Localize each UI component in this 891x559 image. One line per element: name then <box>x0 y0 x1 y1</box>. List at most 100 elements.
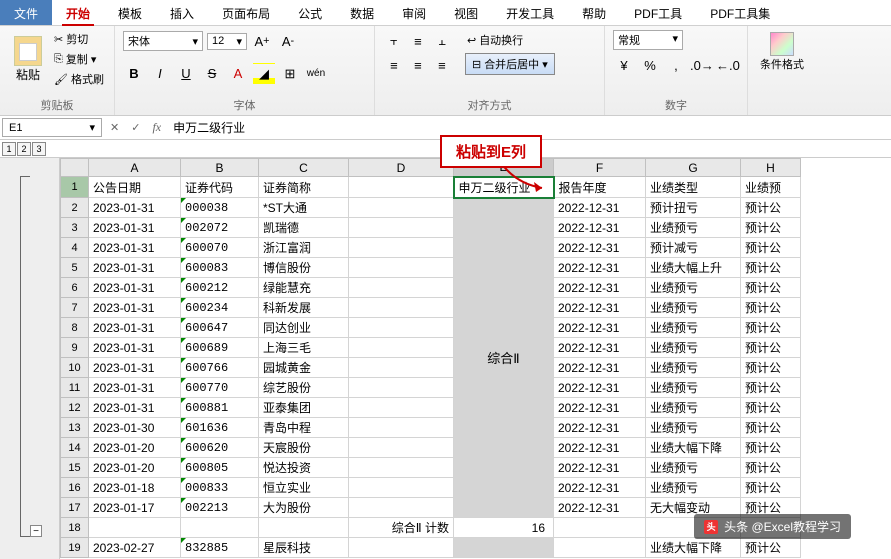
align-mid-button[interactable]: ≡ <box>407 30 429 52</box>
spreadsheet-grid[interactable]: A B C D E F G H 1 公告日期 证券代码 证券简称 申万二级行业 … <box>60 158 891 559</box>
watermark: 头 头条 @Excel教程学习 <box>694 514 851 539</box>
menu-tab-template[interactable]: 模板 <box>104 0 156 25</box>
align-right-button[interactable]: ≡ <box>431 54 453 76</box>
menu-tab-home[interactable]: 开始 <box>52 0 104 25</box>
col-header-F[interactable]: F <box>554 159 646 177</box>
data-row[interactable]: 15 2023-01-20 600805 悦达投资 2022-12-31 业绩预… <box>61 458 801 478</box>
menu-tab-review[interactable]: 审阅 <box>388 0 440 25</box>
copy-button[interactable]: ⎘复制▾ <box>52 50 106 68</box>
data-row[interactable]: 11 2023-01-31 600770 综艺股份 2022-12-31 业绩预… <box>61 378 801 398</box>
select-all-corner[interactable] <box>61 159 89 177</box>
data-row[interactable]: 6 2023-01-31 600212 绿能慧充 2022-12-31 业绩预亏… <box>61 278 801 298</box>
currency-button[interactable]: ¥ <box>613 54 635 76</box>
menu-file[interactable]: 文件 <box>0 0 52 25</box>
paste-label: 粘贴 <box>16 66 40 83</box>
decrease-font-button[interactable]: A- <box>277 30 299 52</box>
menu-tab-data[interactable]: 数据 <box>336 0 388 25</box>
grid-container: − A B C D E F G H 1 公告日期 证券代码 证券简称 申万二级行… <box>0 158 891 559</box>
merge-center-button[interactable]: ⊟合并后居中▾ <box>465 53 555 75</box>
cancel-formula-button[interactable]: ✕ <box>104 119 125 136</box>
border-button[interactable]: ⊞ <box>279 63 301 85</box>
data-row[interactable]: 9 2023-01-31 600689 上海三毛 2022-12-31 业绩预亏… <box>61 338 801 358</box>
align-group-label: 对齐方式 <box>383 95 596 113</box>
chevron-down-icon: ▾ <box>192 35 198 48</box>
italic-button[interactable]: I <box>149 63 171 85</box>
data-row[interactable]: 19 2023-02-27 832885 星辰科技 业绩大幅下降 预计公 <box>61 538 801 558</box>
data-row[interactable]: 12 2023-01-31 600881 亚泰集团 2022-12-31 业绩预… <box>61 398 801 418</box>
col-header-H[interactable]: H <box>741 159 801 177</box>
inc-decimal-button[interactable]: .0→ <box>691 54 713 76</box>
confirm-formula-button[interactable]: ✓ <box>125 119 146 136</box>
cut-button[interactable]: ✂剪切 <box>52 30 106 48</box>
col-header-B[interactable]: B <box>181 159 259 177</box>
menu-tab-insert[interactable]: 插入 <box>156 0 208 25</box>
phonetic-button[interactable]: wén <box>305 63 327 85</box>
font-size-select[interactable]: 12▾ <box>207 33 247 50</box>
fx-icon[interactable]: fx <box>146 120 167 135</box>
ribbon: 粘贴 ✂剪切 ⎘复制▾ 🖌格式刷 剪贴板 宋体▾ 12▾ A+ A- B I U… <box>0 26 891 116</box>
menu-tab-dev[interactable]: 开发工具 <box>492 0 568 25</box>
col-header-D[interactable]: D <box>349 159 454 177</box>
menu-tab-help[interactable]: 帮助 <box>568 0 620 25</box>
col-header-C[interactable]: C <box>259 159 349 177</box>
col-header-A[interactable]: A <box>89 159 181 177</box>
header-row[interactable]: 1 公告日期 证券代码 证券简称 申万二级行业 报告年度 业绩类型 业绩预 <box>61 177 801 198</box>
subtotal-row[interactable]: 18 综合Ⅱ 计数 16 <box>61 518 801 538</box>
data-row[interactable]: 2 2023-01-31 000038 *ST大通 综合Ⅱ 2022-12-31… <box>61 198 801 218</box>
font-color-button[interactable]: A <box>227 63 249 85</box>
chevron-down-icon: ▾ <box>236 35 242 48</box>
ribbon-align: ⫟ ≡ ⫠ ≡ ≡ ≡ ↩自动换行 ⊟合并后居中▾ 对齐方式 <box>375 26 605 115</box>
chevron-down-icon: ▾ <box>89 121 95 134</box>
increase-font-button[interactable]: A+ <box>251 30 273 52</box>
watermark-icon: 头 <box>704 520 718 534</box>
formula-input[interactable] <box>167 119 891 137</box>
chevron-down-icon: ▾ <box>91 53 97 66</box>
data-row[interactable]: 5 2023-01-31 600083 博信股份 2022-12-31 业绩大幅… <box>61 258 801 278</box>
data-row[interactable]: 3 2023-01-31 002072 凯瑞德 2022-12-31 业绩预亏 … <box>61 218 801 238</box>
fill-color-button[interactable]: ◢ <box>253 63 275 85</box>
menu-tab-view[interactable]: 视图 <box>440 0 492 25</box>
data-row[interactable]: 16 2023-01-18 000833 恒立实业 2022-12-31 业绩预… <box>61 478 801 498</box>
chevron-down-icon: ▾ <box>542 58 548 71</box>
copy-icon: ⎘ <box>54 53 63 66</box>
data-row[interactable]: 8 2023-01-31 600647 同达创业 2022-12-31 业绩预亏… <box>61 318 801 338</box>
format-painter-button[interactable]: 🖌格式刷 <box>52 70 106 88</box>
cond-format-icon <box>770 32 794 56</box>
comma-button[interactable]: , <box>665 54 687 76</box>
data-row[interactable]: 7 2023-01-31 600234 科新发展 2022-12-31 业绩预亏… <box>61 298 801 318</box>
wrap-icon: ↩ <box>467 34 476 47</box>
wrap-text-button[interactable]: ↩自动换行 <box>465 31 555 49</box>
data-row[interactable]: 14 2023-01-20 600620 天宸股份 2022-12-31 业绩大… <box>61 438 801 458</box>
menu-tab-pdf2[interactable]: PDF工具集 <box>696 0 784 25</box>
name-box[interactable]: E1▾ <box>2 118 102 137</box>
strike-button[interactable]: S <box>201 63 223 85</box>
menu-tab-pdf1[interactable]: PDF工具 <box>620 0 696 25</box>
underline-button[interactable]: U <box>175 63 197 85</box>
conditional-format-button[interactable]: 条件格式 <box>756 30 808 74</box>
data-row[interactable]: 10 2023-01-31 600766 园城黄金 2022-12-31 业绩预… <box>61 358 801 378</box>
align-bot-button[interactable]: ⫠ <box>431 30 453 52</box>
menu-tab-layout[interactable]: 页面布局 <box>208 0 284 25</box>
number-group-label: 数字 <box>613 95 739 113</box>
percent-button[interactable]: % <box>639 54 661 76</box>
collapse-group-button[interactable]: − <box>30 525 42 537</box>
outline-level-1[interactable]: 1 <box>2 142 16 156</box>
col-header-G[interactable]: G <box>646 159 741 177</box>
outline-level-3[interactable]: 3 <box>32 142 46 156</box>
number-format-select[interactable]: 常规▾ <box>613 30 683 50</box>
bold-button[interactable]: B <box>123 63 145 85</box>
ribbon-font: 宋体▾ 12▾ A+ A- B I U S A ◢ ⊞ wén 字体 <box>115 26 375 115</box>
menu-tab-formula[interactable]: 公式 <box>284 0 336 25</box>
align-center-button[interactable]: ≡ <box>407 54 429 76</box>
data-row[interactable]: 17 2023-01-17 002213 大为股份 2022-12-31 无大幅… <box>61 498 801 518</box>
data-row[interactable]: 13 2023-01-30 601636 青岛中程 2022-12-31 业绩预… <box>61 418 801 438</box>
merged-cell-E[interactable]: 综合Ⅱ <box>454 198 554 518</box>
menu-bar: 文件 开始 模板 插入 页面布局 公式 数据 审阅 视图 开发工具 帮助 PDF… <box>0 0 891 26</box>
dec-decimal-button[interactable]: ←.0 <box>717 54 739 76</box>
align-top-button[interactable]: ⫟ <box>383 30 405 52</box>
data-row[interactable]: 4 2023-01-31 600070 浙江富润 2022-12-31 预计减亏… <box>61 238 801 258</box>
outline-level-2[interactable]: 2 <box>17 142 31 156</box>
paste-button[interactable]: 粘贴 <box>8 34 48 85</box>
font-name-select[interactable]: 宋体▾ <box>123 31 203 51</box>
align-left-button[interactable]: ≡ <box>383 54 405 76</box>
